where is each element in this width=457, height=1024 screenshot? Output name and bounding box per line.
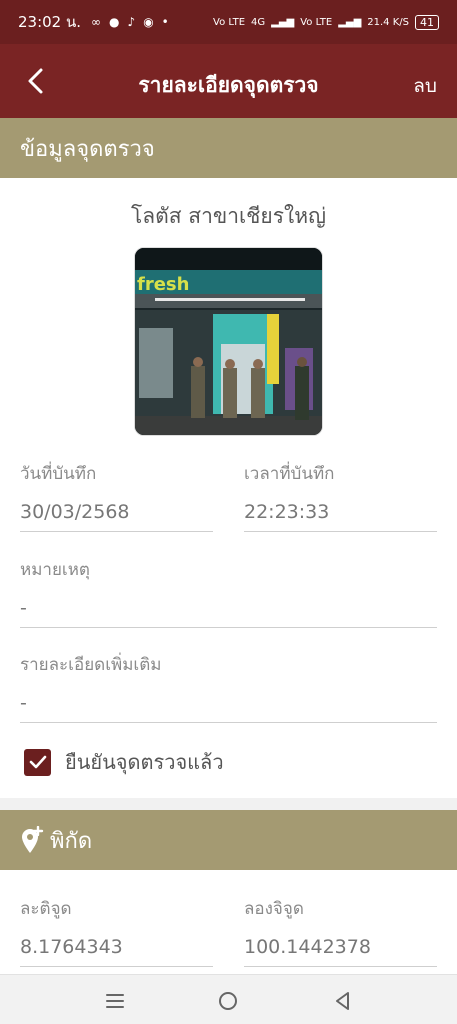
time-field: เวลาที่บันทึก 22:23:33: [244, 460, 437, 532]
notification-icons: ∞ ● ♪ ◉ •: [91, 15, 169, 29]
circle-icon: [219, 992, 237, 1010]
status-bar: 23:02 น. ∞ ● ♪ ◉ • Vo LTE 4G ▂▄▆ Vo LTE …: [0, 0, 457, 44]
status-right: Vo LTE 4G ▂▄▆ Vo LTE ▂▄▆ 21.4 K/S 41: [213, 14, 439, 30]
remark-value: -: [20, 597, 27, 619]
details-field: รายละเอียดเพิ่มเติม -: [20, 651, 437, 723]
checkpoint-section-header: ข้อมูลจุดตรวจ: [0, 118, 457, 178]
system-nav-bar: [0, 974, 457, 1024]
dot-icon: •: [161, 15, 169, 29]
location-section-header: พิกัด: [0, 810, 457, 870]
latitude-label: ละติจูด: [20, 899, 72, 919]
check-icon: [29, 755, 46, 769]
triangle-back-icon: [336, 992, 349, 1010]
network-speed: 21.4 K/S: [367, 16, 409, 28]
details-label: รายละเอียดเพิ่มเติม: [20, 655, 162, 675]
longitude-field: ลองจิจูด 100.1442378: [244, 895, 437, 967]
photo-sign-text: fresh: [137, 274, 189, 295]
location-add-icon: [22, 826, 44, 853]
details-value: -: [20, 692, 27, 714]
confirm-label: ยืนยันจุดตรวจแล้ว: [65, 750, 224, 774]
checkpoint-photo[interactable]: fresh: [134, 247, 323, 436]
section-title: ข้อมูลจุดตรวจ: [20, 136, 155, 162]
longitude-value: 100.1442378: [244, 936, 371, 958]
divider: [20, 627, 437, 628]
remark-field: หมายเหตุ -: [20, 556, 437, 628]
volte-label: Vo LTE: [213, 16, 246, 28]
date-label: วันที่บันทึก: [20, 464, 97, 484]
delete-button[interactable]: ลบ: [413, 71, 437, 101]
messenger-icon: ◉: [143, 15, 154, 29]
back-nav-button[interactable]: [330, 988, 356, 1014]
photo-image: fresh: [135, 248, 322, 435]
page-title: รายละเอียดจุดตรวจ: [138, 73, 319, 97]
place-name: โลตัส สาขาเชียรใหญ่: [130, 204, 327, 228]
volte-label-2: Vo LTE: [300, 16, 333, 28]
menu-icon: [106, 994, 124, 1008]
home-button[interactable]: [215, 988, 241, 1014]
status-time: 23:02 น.: [18, 13, 82, 31]
infinity-icon: ∞: [91, 15, 102, 29]
divider: [244, 966, 437, 967]
tiktok-icon: ♪: [127, 15, 136, 29]
app-bar: รายละเอียดจุดตรวจ ลบ: [0, 44, 457, 118]
remark-label: หมายเหตุ: [20, 560, 90, 580]
section-separator: [0, 798, 457, 810]
longitude-label: ลองจิจูด: [244, 899, 304, 919]
divider: [20, 531, 213, 532]
line-icon: ●: [109, 15, 120, 29]
divider: [20, 722, 437, 723]
section-title: พิกัด: [50, 828, 93, 854]
battery-icon: 41: [415, 14, 439, 30]
time-value: 22:23:33: [244, 501, 330, 523]
latitude-value: 8.1764343: [20, 936, 123, 958]
date-value: 30/03/2568: [20, 501, 130, 523]
date-field: วันที่บันทึก 30/03/2568: [20, 460, 213, 532]
confirm-checkbox[interactable]: [24, 748, 51, 776]
latitude-field: ละติจูด 8.1764343: [20, 895, 213, 967]
signal-icon-2: ▂▄▆: [338, 16, 362, 28]
network-type: 4G: [251, 16, 266, 28]
time-label: เวลาที่บันทึก: [244, 464, 335, 484]
divider: [244, 531, 437, 532]
divider: [20, 966, 213, 967]
signal-icon: ▂▄▆: [271, 16, 295, 28]
confirm-checkpoint[interactable]: ยืนยันจุดตรวจแล้ว: [24, 746, 224, 778]
recent-apps-button[interactable]: [102, 988, 128, 1014]
